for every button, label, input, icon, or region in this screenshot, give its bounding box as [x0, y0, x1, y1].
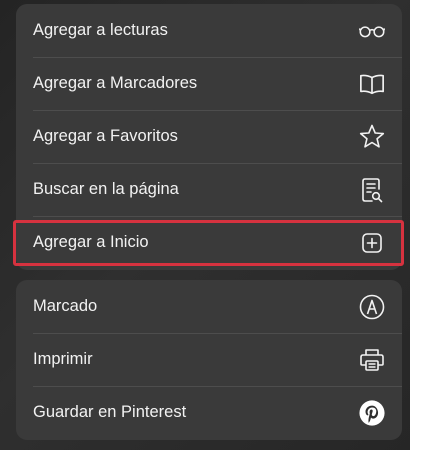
right-edge [410, 0, 424, 450]
markup-label: Marcado [33, 297, 98, 315]
markup-pen-icon [359, 294, 385, 320]
star-icon [359, 124, 385, 150]
share-sheet-screen: Agregar a lecturas Agregar a Marcadores [0, 0, 424, 450]
find-on-page-icon [359, 177, 385, 203]
printer-icon [359, 347, 385, 373]
save-to-pinterest-item[interactable]: Guardar en Pinterest [16, 386, 402, 439]
find-on-page-label: Buscar en la página [33, 180, 179, 198]
print-label: Imprimir [33, 350, 93, 368]
actions-group: Agregar a lecturas Agregar a Marcadores [16, 4, 402, 270]
find-on-page-item[interactable]: Buscar en la página [16, 163, 402, 216]
add-square-icon [359, 230, 385, 256]
add-to-favorites-item[interactable]: Agregar a Favoritos [16, 110, 402, 163]
pinterest-icon [359, 399, 385, 426]
glasses-icon [359, 18, 385, 44]
add-to-home-screen-label: Agregar a Inicio [33, 233, 149, 251]
add-to-home-screen-item[interactable]: Agregar a Inicio [16, 216, 402, 269]
add-to-reading-list-item[interactable]: Agregar a lecturas [16, 4, 402, 57]
add-to-bookmarks-label: Agregar a Marcadores [33, 74, 198, 92]
print-item[interactable]: Imprimir [16, 333, 402, 386]
book-icon [359, 71, 385, 97]
add-to-reading-list-label: Agregar a lecturas [33, 21, 168, 39]
extensions-group: Marcado Imprimir Guardar en Pinterest [16, 280, 402, 440]
add-to-favorites-label: Agregar a Favoritos [33, 127, 178, 145]
save-to-pinterest-label: Guardar en Pinterest [33, 403, 187, 421]
add-to-bookmarks-item[interactable]: Agregar a Marcadores [16, 57, 402, 110]
markup-item[interactable]: Marcado [16, 280, 402, 333]
